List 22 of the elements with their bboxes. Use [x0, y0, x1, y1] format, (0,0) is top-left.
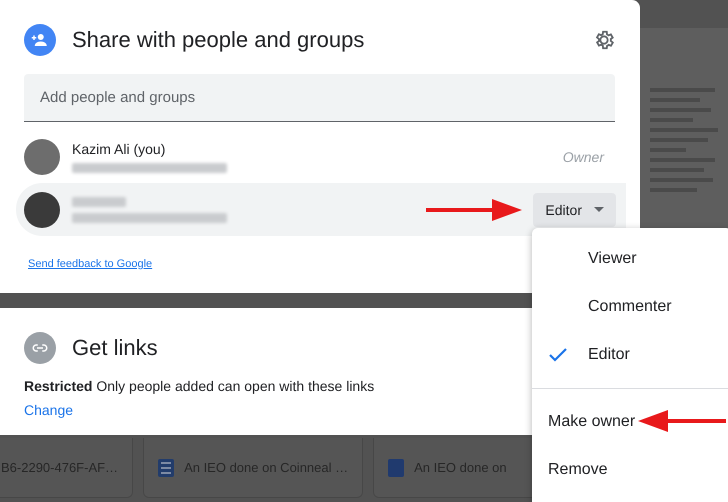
- add-people-field[interactable]: Add people and groups: [24, 74, 615, 122]
- feedback-link[interactable]: Send feedback to Google: [28, 258, 152, 270]
- person-row[interactable]: Editor: [16, 183, 626, 236]
- role-dropdown[interactable]: Editor: [533, 192, 616, 226]
- avatar: [24, 192, 60, 228]
- role-label: Owner: [562, 149, 604, 165]
- caret-icon: [594, 207, 604, 212]
- settings-icon[interactable]: [593, 29, 615, 51]
- document-icon: [158, 458, 174, 476]
- card-title: Get links: [72, 335, 158, 361]
- menu-item[interactable]: Editor: [532, 331, 728, 379]
- avatar: [24, 139, 60, 175]
- menu-item[interactable]: Commenter: [532, 283, 728, 331]
- link-icon: [24, 332, 56, 364]
- dialog-title: Share with people and groups: [72, 27, 364, 53]
- word-document-icon: [388, 458, 404, 476]
- menu-item[interactable]: Viewer: [532, 235, 728, 283]
- change-link[interactable]: Change: [24, 402, 74, 418]
- restriction-text: Restricted Only people added can open with these links: [24, 378, 376, 394]
- person-name: Kazim Ali (you): [72, 141, 166, 157]
- blurred-name: [72, 196, 126, 206]
- add-person-icon: [24, 24, 56, 56]
